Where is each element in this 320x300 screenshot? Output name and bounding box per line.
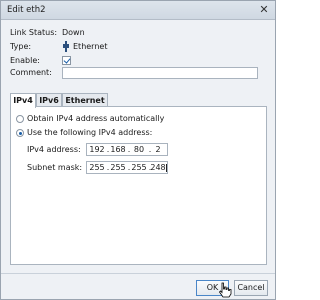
hand-cursor-icon xyxy=(218,282,232,298)
ipv4-address-label: IPv4 address: xyxy=(27,145,81,154)
link-status-value: Down xyxy=(62,28,85,37)
comment-label: Comment: xyxy=(10,68,52,77)
mask-octet-3: 255 xyxy=(131,163,147,172)
ip-octet-1: 192 xyxy=(89,145,105,154)
text-caret xyxy=(166,164,167,172)
ipv4-address-input[interactable]: 192 . 168 . 80 . 2 xyxy=(86,143,168,156)
subnet-mask-input[interactable]: 255 . 255 . 255 . 248 xyxy=(86,161,168,174)
comment-row: Comment: xyxy=(10,67,270,79)
enable-label: Enable: xyxy=(10,56,40,65)
dialog-title: Edit eth2 xyxy=(7,5,46,15)
cancel-button[interactable]: Cancel xyxy=(234,280,268,296)
obtain-auto-label: Obtain IPv4 address automatically xyxy=(27,114,165,123)
button-separator xyxy=(1,273,275,274)
ethernet-icon xyxy=(63,41,69,52)
subnet-mask-label: Subnet mask: xyxy=(27,163,83,172)
mask-octet-1: 255 xyxy=(89,163,105,172)
ipv4-panel: Obtain IPv4 address automatically Use th… xyxy=(10,106,267,265)
enable-row: Enable: xyxy=(10,55,210,67)
tab-ethernet[interactable]: Ethernet xyxy=(62,93,108,107)
type-value: Ethernet xyxy=(73,42,108,51)
mask-octet-2: 255 xyxy=(110,163,126,172)
obtain-auto-radio[interactable] xyxy=(16,115,24,123)
link-status-label: Link Status: xyxy=(10,28,58,37)
title-bar: Edit eth2 ✕ xyxy=(1,1,275,20)
close-icon[interactable]: ✕ xyxy=(258,4,270,16)
comment-input[interactable] xyxy=(62,67,258,79)
edit-dialog: Edit eth2 ✕ Link Status: Down Type: Ethe… xyxy=(0,0,276,300)
use-following-label: Use the following IPv4 address: xyxy=(27,128,153,137)
type-label: Type: xyxy=(10,42,32,51)
tab-ipv6[interactable]: IPv6 xyxy=(36,93,62,107)
tab-ipv4[interactable]: IPv4 xyxy=(10,93,36,108)
link-status-row: Link Status: Down xyxy=(10,27,210,39)
ip-octet-3: 80 xyxy=(133,145,145,154)
type-row: Type: Ethernet xyxy=(10,41,210,53)
enable-checkbox[interactable] xyxy=(62,56,71,65)
ip-octet-4: 2 xyxy=(155,145,161,154)
ip-octet-2: 168 xyxy=(110,145,126,154)
use-following-radio[interactable] xyxy=(16,129,24,137)
mask-octet-4: 248 xyxy=(150,163,166,172)
